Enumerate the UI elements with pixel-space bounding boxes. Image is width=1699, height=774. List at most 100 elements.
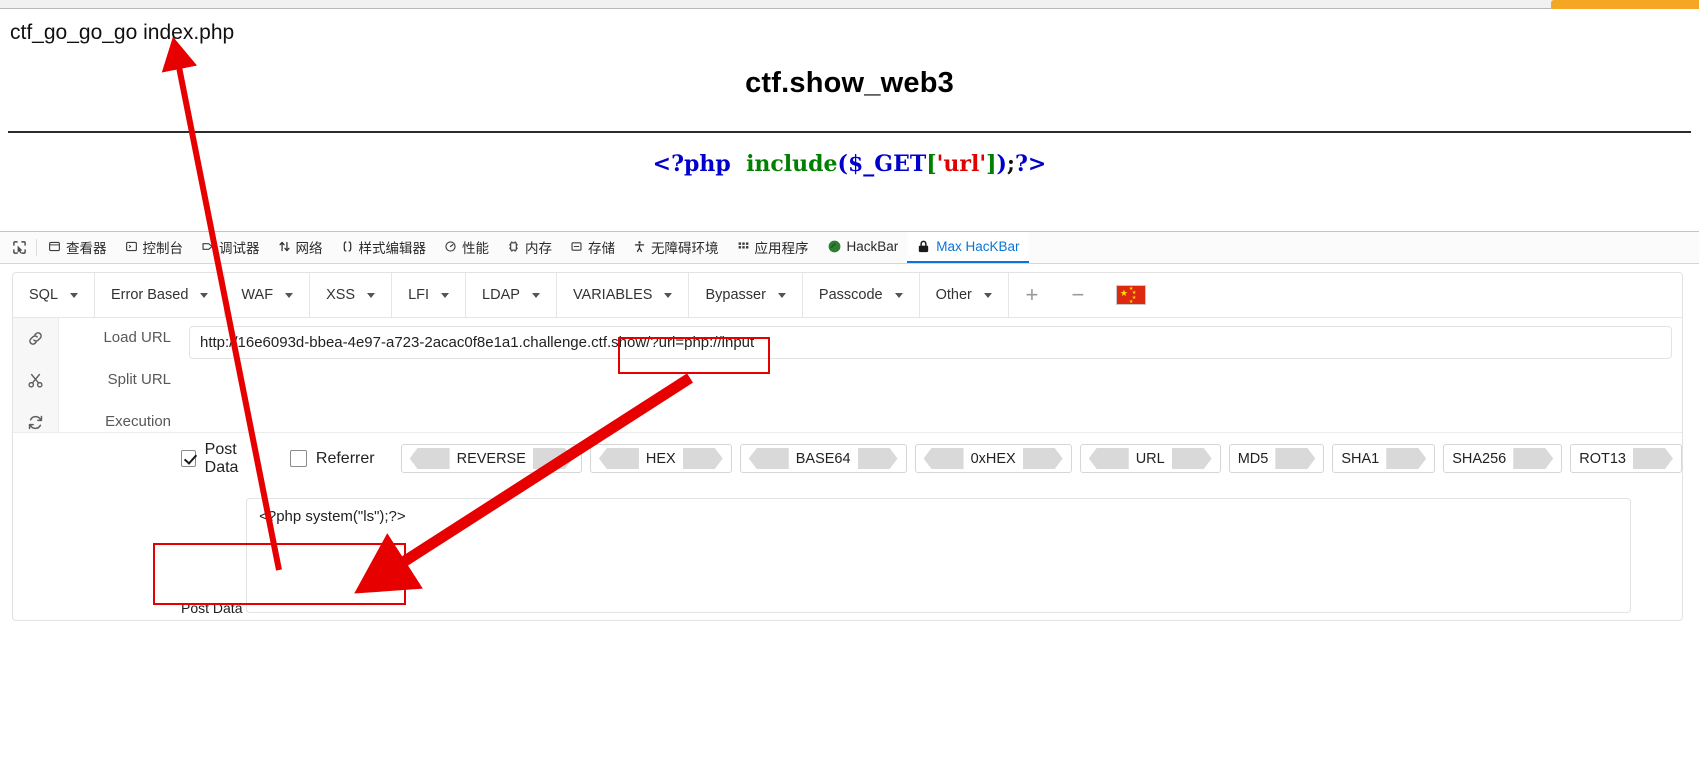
split-url-button[interactable]: Split URL <box>59 370 171 390</box>
decode-arrow-icon[interactable] <box>598 448 639 469</box>
chevron-down-icon <box>983 292 992 298</box>
hackbar-menu-label: XSS <box>326 287 356 303</box>
decode-arrow-icon[interactable] <box>409 448 450 469</box>
post-data-checkbox[interactable]: Post Data <box>181 441 264 477</box>
encode-arrow-icon[interactable] <box>682 448 723 469</box>
encoder-label: MD5 <box>1237 450 1269 467</box>
chevron-down-icon <box>894 292 903 298</box>
encoder-sha256[interactable]: SHA256 <box>1443 444 1563 473</box>
decode-arrow-icon[interactable] <box>748 448 789 469</box>
encode-arrow-icon[interactable] <box>857 448 898 469</box>
network-icon <box>278 240 291 253</box>
language-flag-button[interactable]: ★ ★ ★ ★ ★ <box>1101 273 1161 317</box>
storage-icon <box>570 240 583 253</box>
devtools-tab-application[interactable]: 应用程序 <box>728 232 818 263</box>
hackbar-action-labels: Load URL Split URL Execution <box>59 318 179 432</box>
encoder-base64[interactable]: BASE64 <box>739 444 907 473</box>
encode-arrow-icon[interactable] <box>1022 448 1063 469</box>
devtools-tab-style-editor[interactable]: 样式编辑器 <box>332 232 436 263</box>
hackbar-menu-passcode[interactable]: Passcode <box>803 273 920 317</box>
devtools-tab-label: 无障碍环境 <box>651 240 719 256</box>
encoder-reverse[interactable]: REVERSE <box>400 444 582 473</box>
performance-icon <box>444 240 457 253</box>
encoder-label: SHA256 <box>1452 450 1507 467</box>
devtools-tab-network[interactable]: 网络 <box>269 232 332 263</box>
encoder-url[interactable]: URL <box>1079 444 1221 473</box>
encode-arrow-icon[interactable] <box>1171 448 1212 469</box>
devtools-tab-console[interactable]: 控制台 <box>116 232 193 263</box>
hackbar-menu-bypasser[interactable]: Bypasser <box>689 273 803 317</box>
hackbar-options-row: Post Data Referrer REVERSE HEX BASE64 0xHEX… <box>13 432 1682 484</box>
devtools-tab-max-hackbar[interactable]: Max HacKBar <box>907 232 1029 263</box>
post-data-checkbox-label: Post Data <box>204 440 239 476</box>
decode-arrow-icon[interactable] <box>1088 448 1129 469</box>
hackbar-url-column <box>179 318 1682 432</box>
accessibility-icon <box>633 240 646 253</box>
hackbar-menu-ldap[interactable]: LDAP <box>466 273 557 317</box>
hackbar-menu-other[interactable]: Other <box>920 273 1009 317</box>
encoder-label: URL <box>1135 450 1165 467</box>
devtools-tab-label: 网络 <box>295 240 323 256</box>
scissors-icon[interactable] <box>27 370 44 390</box>
devtools-tab-accessibility[interactable]: 无障碍环境 <box>624 232 728 263</box>
post-data-textarea[interactable] <box>246 498 1632 613</box>
post-data-checkbox-box[interactable] <box>181 450 196 467</box>
rendered-page: ctf_go_go_go index.php ctf.show_web3 <?p… <box>0 9 1699 231</box>
encoder-md5[interactable]: MD5 <box>1228 444 1325 473</box>
hackbar-menu-lfi[interactable]: LFI <box>392 273 467 317</box>
encoder-rot13[interactable]: ROT13 <box>1570 444 1682 473</box>
encoder-hex[interactable]: HEX <box>589 444 732 473</box>
code-paren-close: ) <box>996 151 1007 177</box>
devtools-tab-label: HackBar <box>846 239 899 254</box>
encoder-label: SHA1 <box>1341 450 1380 467</box>
devtools-tab-inspector[interactable]: 查看器 <box>39 232 116 263</box>
chevron-down-icon <box>70 292 79 298</box>
devtools-tab-storage[interactable]: 存储 <box>561 232 624 263</box>
url-input[interactable] <box>189 326 1672 359</box>
hackbar-menu-xss[interactable]: XSS <box>310 273 393 317</box>
devtools-tab-memory[interactable]: 内存 <box>498 232 561 263</box>
remove-payload-button[interactable]: − <box>1055 273 1101 317</box>
link-icon[interactable] <box>27 328 44 348</box>
hackbar-menu-waf[interactable]: WAF <box>225 273 311 317</box>
china-flag-icon: ★ ★ ★ ★ ★ <box>1115 285 1146 305</box>
hackbar-menu-label: SQL <box>29 287 59 303</box>
devtools-tab-hackbar[interactable]: HackBar <box>818 232 908 263</box>
max-hackbar-icon <box>916 239 931 254</box>
element-picker-icon[interactable] <box>4 232 34 263</box>
decode-arrow-icon[interactable] <box>923 448 964 469</box>
devtools-tabbar: 查看器 控制台 调试器 网络 样式编辑器 性能 内存 存储 无障碍环境 应用程序 HackBar Ma… <box>0 232 1699 264</box>
encode-arrow-icon[interactable] <box>1275 448 1316 469</box>
hackbar-menu-label: Error Based <box>111 287 189 303</box>
encoder-0xhex[interactable]: 0xHEX <box>914 444 1072 473</box>
hackbar-menu-label: Other <box>935 287 972 303</box>
devtools-tab-label: Max HacKBar <box>936 239 1020 254</box>
page-title: ctf.show_web3 <box>745 67 954 99</box>
encoder-sha1[interactable]: SHA1 <box>1332 444 1436 473</box>
debugger-icon <box>201 240 214 253</box>
chevron-down-icon <box>664 292 673 298</box>
chevron-down-icon <box>200 292 209 298</box>
encode-arrow-icon[interactable] <box>532 448 573 469</box>
hackbar-menu-error-based[interactable]: Error Based <box>95 273 226 317</box>
encode-arrow-icon[interactable] <box>1633 448 1673 469</box>
load-url-button[interactable]: Load URL <box>59 328 171 348</box>
encode-arrow-icon[interactable] <box>1386 448 1427 469</box>
hackbar-menu-label: WAF <box>241 287 274 303</box>
referrer-checkbox[interactable]: Referrer <box>289 450 375 468</box>
add-payload-button[interactable]: + <box>1009 273 1055 317</box>
devtools-tab-label: 查看器 <box>66 240 107 256</box>
encoder-label: REVERSE <box>456 450 526 467</box>
devtools-tab-debugger[interactable]: 调试器 <box>192 232 269 263</box>
browser-chrome-strip <box>0 0 1699 9</box>
execution-button[interactable]: Execution <box>59 412 171 432</box>
encode-arrow-icon[interactable] <box>1513 448 1554 469</box>
hackbar-menu-label: VARIABLES <box>572 287 653 303</box>
hackbar-menu-variables[interactable]: VARIABLES <box>557 273 690 317</box>
referrer-checkbox-box[interactable] <box>289 450 307 467</box>
hackbar-menu-sql[interactable]: SQL <box>13 273 96 317</box>
hackbar-card: SQL Error Based WAF XSS LFI LDAP VARIABLES Bypa… <box>12 272 1683 621</box>
devtools-tab-performance[interactable]: 性能 <box>435 232 498 263</box>
refresh-icon[interactable] <box>27 412 44 432</box>
url-column-spacer <box>189 359 1672 421</box>
